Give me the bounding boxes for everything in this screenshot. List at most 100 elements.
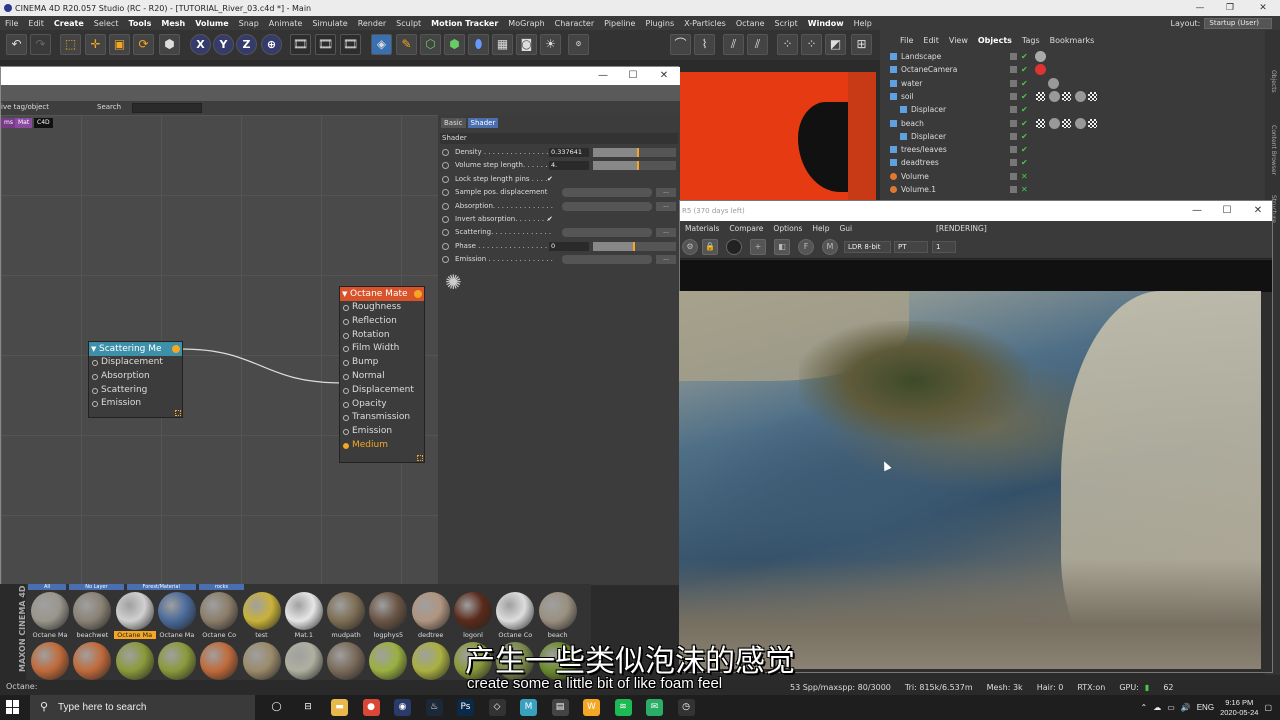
attr-slider[interactable] (593, 148, 676, 157)
object-row[interactable]: trees/leaves ✔ (880, 143, 1265, 156)
viewer-menu-gui[interactable]: Gui (834, 224, 857, 233)
menu-select[interactable]: Select (89, 19, 124, 28)
add-region-icon[interactable]: + (750, 239, 766, 255)
steam-icon[interactable]: ♨ (425, 699, 443, 716)
polygon-mode-icon[interactable]: ◩ (825, 34, 846, 55)
object-row[interactable]: Volume.1 ✕ (880, 183, 1265, 196)
menu-snap[interactable]: Snap (234, 19, 264, 28)
material-tag-icon[interactable] (1075, 117, 1086, 129)
shader-more-button[interactable]: ... (656, 188, 676, 198)
scattering-node-header[interactable]: ▼ Scattering Me (89, 342, 182, 356)
menu-window[interactable]: Window (803, 19, 849, 28)
lock-icon[interactable]: 🔒 (702, 239, 718, 255)
live-select-icon[interactable]: ⬚ (60, 34, 81, 55)
material-swatch[interactable] (411, 592, 450, 630)
material-swatch[interactable] (284, 642, 323, 680)
focus-icon[interactable]: F (798, 239, 814, 255)
menu-tools[interactable]: Tools (123, 19, 156, 28)
render-image[interactable] (679, 291, 1261, 669)
animate-radio-icon[interactable] (442, 202, 449, 210)
collapse-icon[interactable]: ▼ (91, 342, 96, 356)
attr-checkbox[interactable]: ✔ (547, 213, 553, 226)
unity-icon[interactable]: ◇ (488, 699, 506, 716)
shader-link-field[interactable] (562, 201, 652, 211)
port-roughness[interactable]: Roughness (340, 301, 424, 315)
port-socket-icon[interactable] (92, 360, 98, 366)
layer-flag-icon[interactable] (1010, 79, 1017, 87)
shader-more-button[interactable]: ... (656, 228, 676, 238)
visibility-check-icon[interactable]: ✔ (1021, 156, 1028, 169)
om-menu-bookmarks[interactable]: Bookmarks (1045, 36, 1100, 45)
resize-handle-icon[interactable] (417, 455, 423, 461)
viewer-menu-compare[interactable]: Compare (724, 224, 768, 233)
om-menu-objects[interactable]: Objects (973, 36, 1017, 45)
material-tab-all[interactable]: All (28, 584, 67, 590)
taskbar-search-input[interactable]: ⚲ Type here to search (30, 695, 255, 720)
layer-flag-icon[interactable] (1010, 172, 1017, 180)
material-tab-forest-material[interactable]: Forest/Material (126, 584, 196, 590)
camera-icon[interactable]: ◙ (516, 34, 537, 55)
layer-flag-icon[interactable] (1010, 159, 1017, 167)
material-label[interactable]: Octane Ma (156, 631, 198, 639)
port-socket-icon[interactable] (343, 332, 349, 339)
material-label[interactable]: logphys5 (367, 631, 409, 639)
port-socket-icon[interactable] (343, 373, 349, 380)
maximize-button[interactable]: ❐ (1215, 0, 1245, 16)
material-label[interactable]: Octane Ma (113, 631, 156, 639)
om-menu-edit[interactable]: Edit (918, 36, 944, 45)
material-swatch[interactable] (454, 592, 492, 630)
menu-motion-tracker[interactable]: Motion Tracker (426, 19, 503, 28)
menu-create[interactable]: Create (49, 19, 89, 28)
object-row[interactable]: deadtrees ✔ (880, 156, 1265, 169)
collapse-icon[interactable]: ▼ (342, 287, 347, 301)
material-swatch[interactable] (327, 642, 366, 680)
menu-character[interactable]: Character (550, 19, 600, 28)
material-tag-icon[interactable] (1036, 118, 1045, 128)
sphere-icon[interactable] (726, 239, 742, 255)
layer-flag-icon[interactable] (1010, 66, 1017, 74)
material-label[interactable]: Octane Ma (29, 631, 71, 639)
world-coord-icon[interactable]: ⊕ (261, 34, 282, 55)
attr-value-input[interactable]: 0.337641 (549, 148, 589, 157)
material-swatch[interactable] (369, 642, 408, 680)
object-row[interactable]: Volume ✕ (880, 170, 1265, 183)
camera-number-dropdown[interactable]: 1 (932, 241, 956, 253)
port-film-width[interactable]: Film Width (340, 342, 424, 356)
material-swatch[interactable] (73, 642, 112, 680)
tray-network-icon[interactable]: ▭ (1167, 703, 1175, 712)
material-swatch[interactable] (327, 592, 366, 630)
menu-animate[interactable]: Animate (264, 19, 308, 28)
material-swatch[interactable] (31, 592, 69, 630)
knife-tool-icon[interactable]: ⫽ (723, 34, 744, 55)
port-scattering[interactable]: Scattering (89, 384, 182, 398)
node-editor-maximize-button[interactable]: ☐ (618, 67, 648, 85)
shader-link-field[interactable] (562, 255, 652, 265)
port-absorption[interactable]: Absorption (89, 370, 182, 384)
material-swatch[interactable] (157, 642, 196, 680)
port-socket-icon[interactable] (343, 318, 349, 325)
output-pin-icon[interactable] (414, 290, 422, 298)
port-socket-icon[interactable] (343, 346, 349, 353)
port-bump[interactable]: Bump (340, 356, 424, 370)
node-canvas[interactable]: ms Mat C4D ▼ Scattering Me Displacement A… (1, 115, 438, 585)
side-tab-objects[interactable]: Objects (1270, 70, 1277, 93)
material-tag-icon[interactable] (1048, 77, 1059, 89)
layout-selector[interactable]: Layout: Startup (User) (1170, 16, 1272, 30)
port-socket-icon[interactable] (92, 387, 98, 394)
layer-flag-icon[interactable] (1010, 92, 1017, 100)
octane-icon[interactable]: ⚙ (568, 34, 589, 55)
wechat-icon[interactable]: ✉ (646, 699, 663, 716)
shader-more-button[interactable]: ... (656, 255, 676, 265)
z-axis-icon[interactable]: Z (236, 34, 257, 55)
visibility-check-icon[interactable]: ✔ (1021, 117, 1028, 130)
kernel-dropdown[interactable]: PT (894, 241, 928, 253)
material-label[interactable]: mudpath (325, 631, 367, 639)
shader-more-button[interactable]: ... (656, 201, 676, 211)
layer-flag-icon[interactable] (1010, 119, 1017, 127)
marvelous-icon[interactable]: M (520, 699, 537, 716)
material-tag-icon[interactable] (1035, 64, 1046, 76)
visibility-check-icon[interactable]: ✔ (1021, 50, 1028, 63)
om-menu-view[interactable]: View (944, 36, 973, 45)
port-rotation[interactable]: Rotation (340, 329, 424, 343)
render-settings-icon[interactable]: 🎞 (340, 34, 361, 55)
